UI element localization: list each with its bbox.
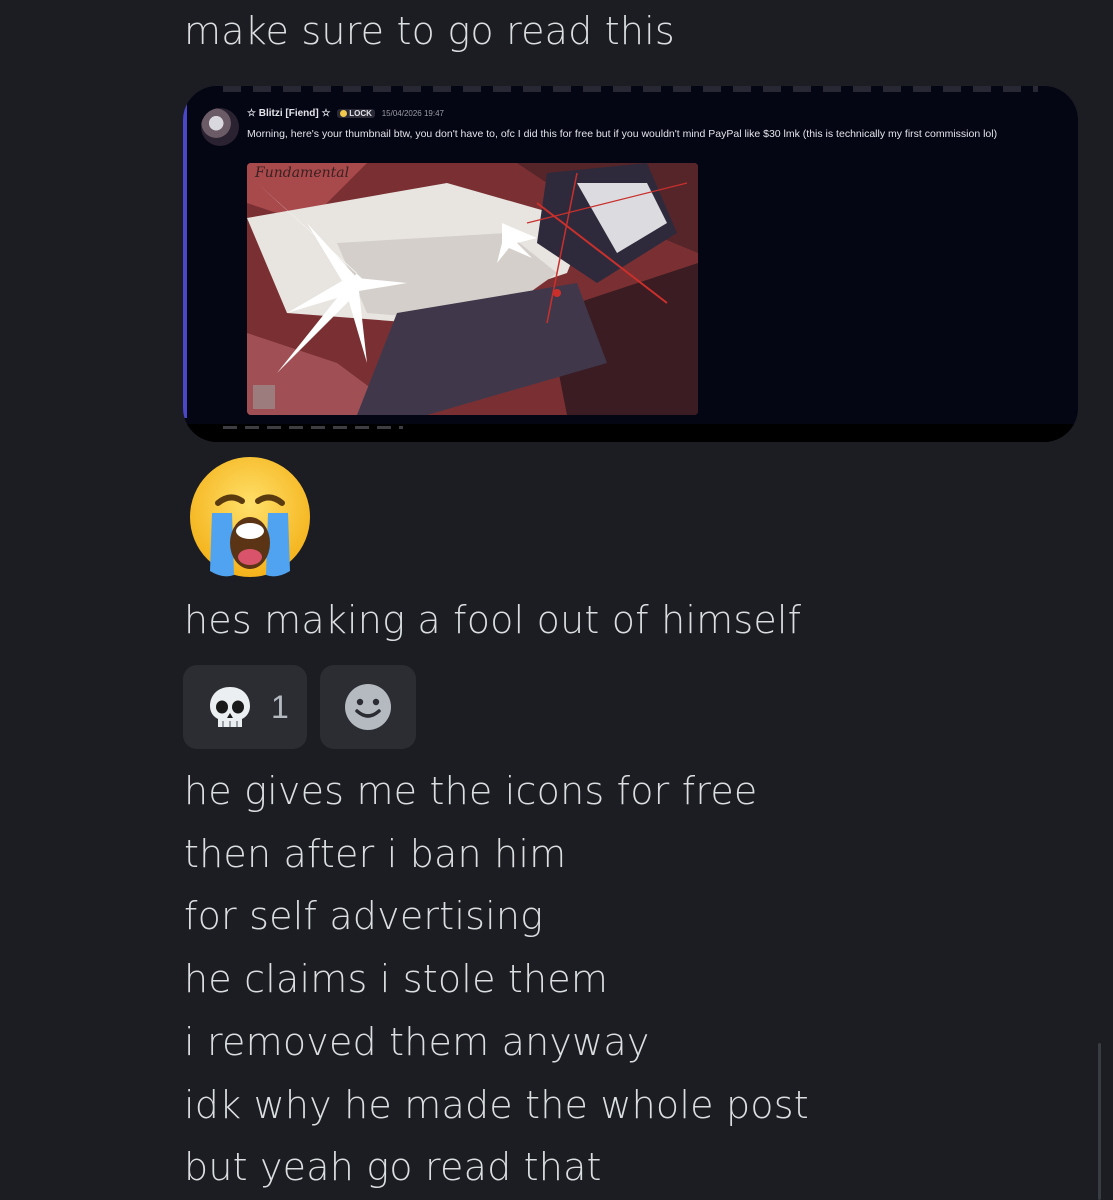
add-reaction-button[interactable] xyxy=(320,665,416,749)
reaction-skull[interactable]: 1 xyxy=(183,665,307,749)
message-text: idk why he made the whole post xyxy=(184,1083,809,1127)
loudly-crying-face-icon xyxy=(188,455,312,579)
thumbnail-artwork: Fundamental xyxy=(247,163,698,415)
embed-header: ☆ Blitzi [Fiend] ☆ LOCK 15/04/2026 19:47 xyxy=(247,108,444,119)
chat-view: make sure to go read this ☆ Blitzi [Fien… xyxy=(0,0,1113,1200)
message-text: for self advertising xyxy=(184,894,544,938)
artist-signature: Fundamental xyxy=(255,165,350,181)
embed-author-name: ☆ Blitzi [Fiend] ☆ xyxy=(247,108,331,119)
embed-timestamp: 15/04/2026 19:47 xyxy=(381,109,444,118)
skull-icon xyxy=(205,683,255,737)
message-text: but yeah go read that xyxy=(184,1145,602,1189)
message-text: he claims i stole them xyxy=(184,957,609,1001)
tag-icon xyxy=(340,110,348,117)
message-text: hes making a fool out of himself xyxy=(184,598,802,642)
embed-message-text: Morning, here's your thumbnail btw, you … xyxy=(247,128,998,140)
cropped-text-strip xyxy=(183,424,1078,442)
message-text: he gives me the icons for free xyxy=(184,769,758,813)
embed-accent-bar xyxy=(183,102,187,418)
guild-tag-label: LOCK xyxy=(349,109,372,118)
add-reaction-icon xyxy=(344,683,392,735)
cropped-text-strip xyxy=(223,86,1038,92)
reaction-count: 1 xyxy=(271,689,289,725)
message-text: make sure to go read this xyxy=(184,9,675,53)
attached-screenshot[interactable]: ☆ Blitzi [Fiend] ☆ LOCK 15/04/2026 19:47… xyxy=(183,86,1078,442)
scrollbar[interactable] xyxy=(1098,1043,1101,1200)
guild-tag-badge: LOCK xyxy=(337,109,375,118)
avatar xyxy=(201,108,239,146)
message-text: i removed them anyway xyxy=(184,1020,650,1064)
artwork-illustration xyxy=(247,163,698,415)
message-text: then after i ban him xyxy=(184,832,567,876)
